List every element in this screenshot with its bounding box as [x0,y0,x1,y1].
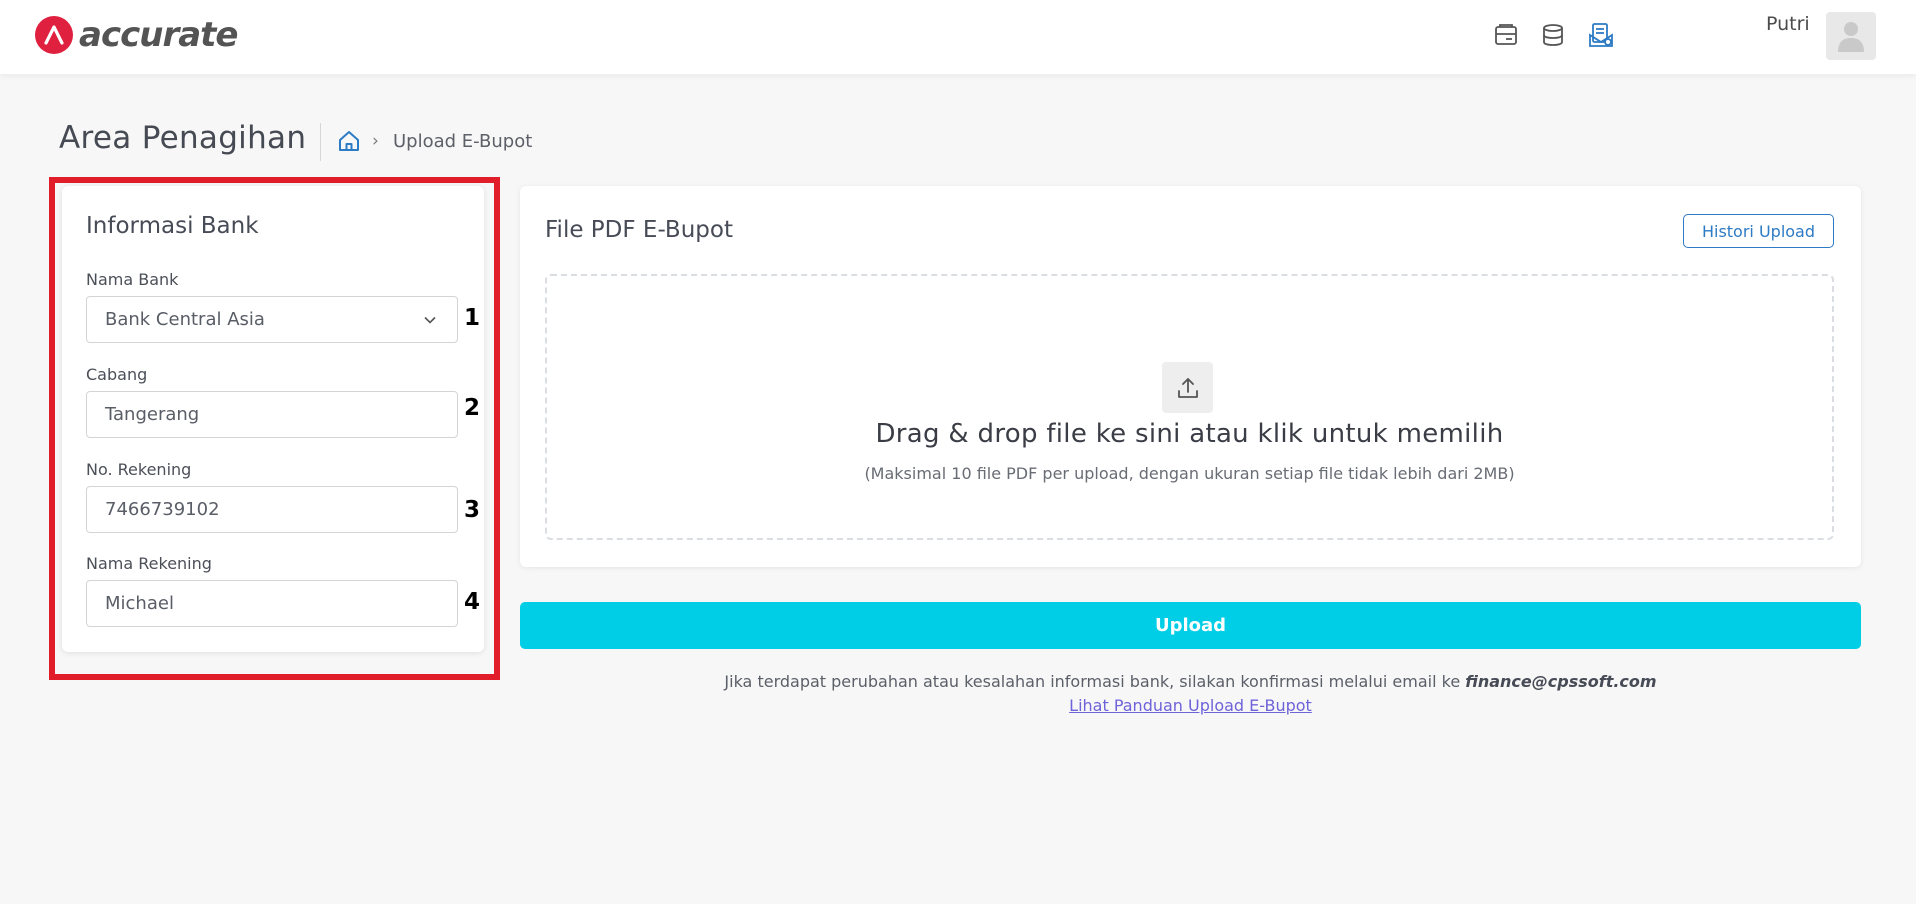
top-bar: accurate Putri [0,0,1916,74]
info-text: Jika terdapat perubahan atau kesalahan i… [724,672,1466,691]
user-name[interactable]: Putri [1766,13,1810,35]
breadcrumb-current: Upload E-Bupot [393,131,533,152]
upload-card: File PDF E-Bupot Histori Upload Drag & d… [520,186,1861,567]
highlight-frame [49,177,500,680]
invoice-settings-icon[interactable] [1586,20,1616,50]
history-upload-button[interactable]: Histori Upload [1683,214,1834,248]
marker-2: 2 [464,395,481,421]
accurate-logo[interactable]: accurate [35,15,238,55]
finance-email: finance@cpssoft.com [1465,672,1657,691]
upload-title: File PDF E-Bupot [545,217,733,243]
file-dropzone[interactable]: Drag & drop file ke sini atau klik untuk… [545,274,1834,540]
bank-change-info: Jika terdapat perubahan atau kesalahan i… [520,672,1861,691]
upload-guide-link[interactable]: Lihat Panduan Upload E-Bupot [1069,696,1312,715]
guide-link-row: Lihat Panduan Upload E-Bupot [520,696,1861,715]
marker-4: 4 [464,589,481,615]
dropzone-main-text: Drag & drop file ke sini atau klik untuk… [875,419,1504,449]
logo-text: accurate [79,15,238,55]
user-avatar-icon [1838,22,1864,52]
title-divider [320,123,321,161]
dropzone-sub-text: (Maksimal 10 file PDF per upload, dengan… [864,464,1515,483]
marker-1: 1 [464,305,481,331]
home-icon[interactable] [337,129,361,153]
marker-3: 3 [464,497,481,523]
card-icon[interactable] [1491,20,1521,50]
breadcrumb-chevron-icon: › [372,131,379,151]
upload-icon [1162,362,1213,413]
upload-button[interactable]: Upload [520,602,1861,649]
logo-mark-icon [35,16,73,54]
database-icon[interactable] [1538,20,1568,50]
page-title: Area Penagihan [59,120,307,156]
avatar[interactable] [1826,12,1876,60]
